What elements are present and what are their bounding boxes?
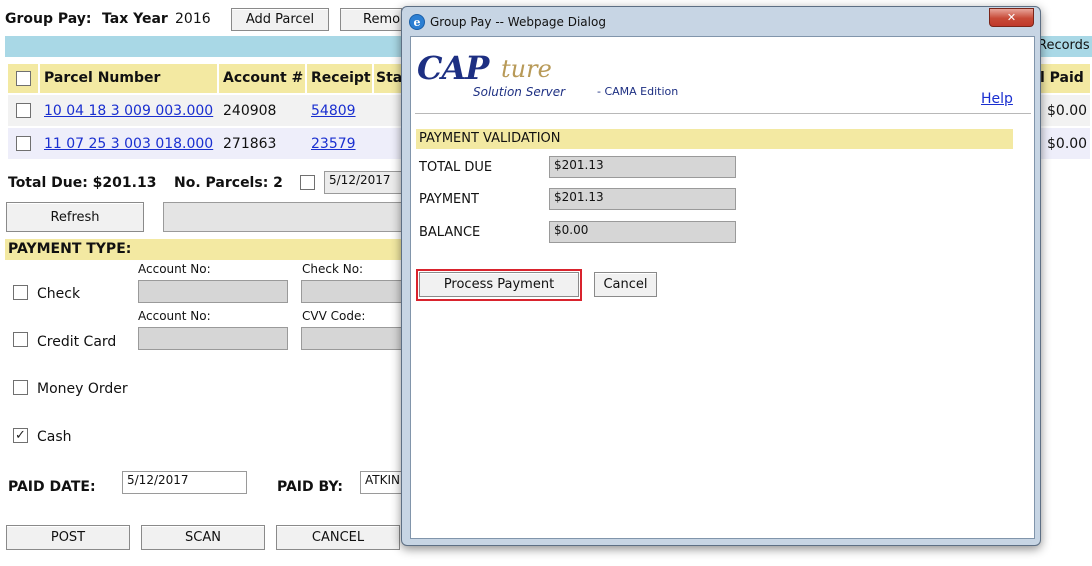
check-account-field[interactable] <box>138 280 288 303</box>
payment-type-title: PAYMENT TYPE: <box>8 241 132 257</box>
cash-checkbox[interactable]: ✓ <box>13 428 28 443</box>
page-title: Group Pay: <box>5 11 92 27</box>
column-receipt-label: Receipt <box>311 70 371 86</box>
account-no-label: Account No: <box>138 262 211 276</box>
captture-logo: CAP ture Solution Server - CAMA Edition <box>417 49 717 105</box>
logo-main: CAP <box>417 49 489 87</box>
column-parcel-label: Parcel Number <box>44 70 161 86</box>
paid-date-field[interactable]: 5/12/2017 <box>122 471 247 494</box>
payment-type-header: PAYMENT TYPE: <box>5 239 408 260</box>
column-account-label: Account # <box>223 70 304 86</box>
column-header-paid: l Paid <box>1040 64 1090 93</box>
post-button[interactable]: POST <box>6 525 130 550</box>
payment-validation-header: PAYMENT VALIDATION <box>416 129 1013 149</box>
balance-field: $0.00 <box>549 221 736 243</box>
dialog-body: CAP ture Solution Server - CAMA Edition … <box>410 36 1035 539</box>
divider <box>415 113 1031 114</box>
check-number-field[interactable] <box>301 280 408 303</box>
close-icon[interactable]: ✕ <box>989 8 1034 27</box>
column-status-label: Sta <box>376 70 403 86</box>
credit-card-label: Credit Card <box>37 334 117 350</box>
money-order-label: Money Order <box>37 381 128 397</box>
parcel-link[interactable]: 11 07 25 3 003 018.000 <box>44 136 213 152</box>
row-checkbox[interactable] <box>16 103 31 118</box>
logo-edition: - CAMA Edition <box>597 85 679 98</box>
refresh-field[interactable] <box>163 202 408 232</box>
dialog-cancel-button[interactable]: Cancel <box>594 272 657 297</box>
account-value: 271863 <box>223 136 277 152</box>
cc-account-field[interactable] <box>138 327 288 350</box>
checkmark-icon: ✓ <box>15 428 26 443</box>
receipt-link[interactable]: 54809 <box>311 103 356 119</box>
row-checkbox[interactable] <box>16 136 31 151</box>
account-value: 240908 <box>223 103 277 119</box>
column-header-status: Sta <box>374 64 404 93</box>
refresh-button[interactable]: Refresh <box>6 202 144 232</box>
process-payment-button[interactable]: Process Payment <box>419 272 579 297</box>
check-label: Check <box>37 286 81 302</box>
paid-date-label: PAID DATE: <box>8 479 96 495</box>
logo-sub: Solution Server <box>473 85 566 99</box>
cash-label: Cash <box>37 429 72 445</box>
dialog-title: Group Pay -- Webpage Dialog <box>430 15 606 29</box>
add-parcel-button[interactable]: Add Parcel <box>231 8 329 31</box>
remove-button[interactable]: Remo <box>340 8 402 31</box>
ie-icon: e <box>409 14 425 30</box>
paid-value: $0.00 <box>1047 103 1088 119</box>
check-checkbox[interactable] <box>13 285 28 300</box>
dialog-title-bar[interactable]: e Group Pay -- Webpage Dialog ✕ <box>402 7 1040 37</box>
column-paid-label: l Paid <box>1040 70 1084 86</box>
column-header-account: Account # <box>219 64 305 93</box>
payment-dialog: e Group Pay -- Webpage Dialog ✕ CAP ture… <box>401 6 1041 546</box>
column-header-parcel: Parcel Number <box>40 64 217 93</box>
summary-date-field[interactable]: 5/12/2017 <box>324 171 406 194</box>
help-link[interactable]: Help <box>981 91 1013 107</box>
credit-card-checkbox[interactable] <box>13 332 28 347</box>
select-all-checkbox[interactable] <box>16 71 31 86</box>
tax-year-value: 2016 <box>175 11 211 27</box>
receipt-link[interactable]: 23579 <box>311 136 356 152</box>
date-checkbox[interactable] <box>300 175 315 190</box>
cvv-code-label: CVV Code: <box>302 309 366 323</box>
column-header-receipt: Receipt <box>307 64 372 93</box>
cancel-button[interactable]: CANCEL <box>276 525 400 550</box>
paid-by-label: PAID BY: <box>277 479 343 495</box>
logo-script: ture <box>501 55 552 83</box>
money-order-checkbox[interactable] <box>13 380 28 395</box>
cc-account-no-label: Account No: <box>138 309 211 323</box>
total-due-field: $201.13 <box>549 156 736 178</box>
total-due-label: TOTAL DUE <box>419 160 493 175</box>
scan-button[interactable]: SCAN <box>141 525 265 550</box>
records-label: Records <box>1038 38 1090 53</box>
payment-field[interactable]: $201.13 <box>549 188 736 210</box>
cvv-field[interactable] <box>301 327 408 350</box>
check-no-label: Check No: <box>302 262 364 276</box>
paid-value: $0.00 <box>1047 136 1088 152</box>
payment-validation-title: PAYMENT VALIDATION <box>419 131 561 146</box>
balance-label: BALANCE <box>419 225 481 240</box>
tax-year-label: Tax Year <box>102 11 168 27</box>
parcel-link[interactable]: 10 04 18 3 009 003.000 <box>44 103 213 119</box>
parcel-count: No. Parcels: 2 <box>174 175 283 191</box>
total-due-summary: Total Due: $201.13 <box>8 175 157 191</box>
payment-label: PAYMENT <box>419 192 479 207</box>
